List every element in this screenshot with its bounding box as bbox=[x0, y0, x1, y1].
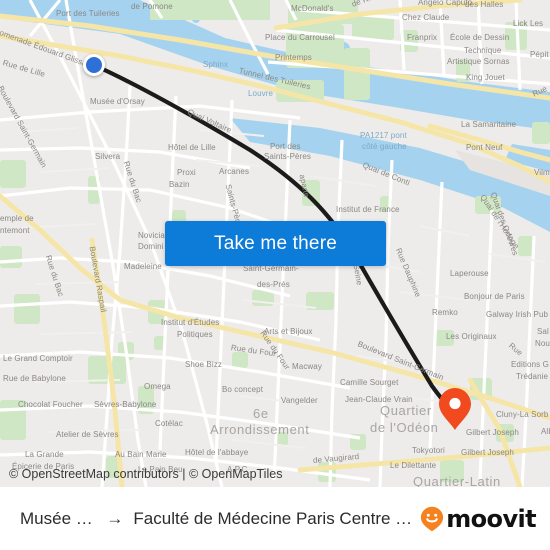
map-label-poi: École de Dessin bbox=[450, 33, 510, 42]
map-label-poi: Vilm bbox=[534, 168, 550, 177]
map-label-poi: Sèvres-Babylone bbox=[94, 400, 157, 409]
map-label-street: Rue de Babylone bbox=[3, 374, 66, 383]
map-label-poi: King Jouet bbox=[466, 73, 505, 82]
map-label-poi: Musée d'Orsay bbox=[90, 97, 145, 106]
map-label-poi: Artistique Sornas bbox=[447, 57, 510, 66]
map-label-poi: Arcanes bbox=[219, 167, 250, 176]
attribution-tiles[interactable]: © OpenMapTiles bbox=[189, 467, 283, 481]
map-label-poi: Franprix bbox=[407, 33, 438, 42]
map-label-poi: Alb bbox=[541, 427, 550, 436]
map-label-poi: Sal bbox=[537, 327, 549, 336]
origin-marker[interactable] bbox=[83, 54, 105, 76]
map-label-poi: Cotélac bbox=[155, 419, 183, 428]
moovit-pin-smile-icon bbox=[421, 506, 444, 531]
map-label-poi: Hôtel de l'abbaye bbox=[185, 448, 249, 457]
map-label-poi: McDonald's bbox=[291, 4, 334, 13]
map-label-poi: Trédanie bbox=[516, 372, 549, 381]
map-label-poi: Port des Tuileries bbox=[56, 9, 120, 18]
map-label-poi: Le Dilettante bbox=[390, 461, 437, 470]
map-label-poi: de Pomone bbox=[131, 2, 173, 11]
map-label-poi: Bazin bbox=[169, 180, 190, 189]
map-label-poi: Chocolat Foucher bbox=[18, 400, 83, 409]
map-label-poi: Pépit bbox=[530, 50, 549, 59]
footer-origin-label: Musée D'... bbox=[20, 508, 96, 528]
map-label-area: Quartier-Latin bbox=[413, 474, 501, 487]
map-label-poi: Omega bbox=[144, 382, 171, 391]
map-label-poi: Nou bbox=[535, 339, 550, 348]
map-label-poi: Au Bain Marie bbox=[115, 450, 167, 459]
map-label-poi: Proxi bbox=[177, 168, 196, 177]
map-label-poi: Vangelder bbox=[281, 396, 318, 405]
map-label-water: Sphinx bbox=[203, 60, 229, 69]
map-label-poi: Editions G bbox=[511, 360, 549, 369]
map-label-poi: Madeleine bbox=[124, 262, 162, 271]
map-label-water: PA1217 pont bbox=[360, 131, 407, 140]
map-label-poi: Printemps bbox=[275, 53, 312, 62]
map-label-poi: Institut de France bbox=[336, 205, 400, 214]
moovit-route-map-widget: Promenade Édouard Glissant Rue de Lille Bo… bbox=[0, 0, 550, 550]
map-label-poi: Pont Neuf bbox=[466, 143, 503, 152]
map-label-poi: Domini bbox=[138, 242, 164, 251]
map-label-poi: Arts et Bijoux bbox=[264, 327, 313, 336]
map-label-poi: La Samaritaine bbox=[461, 120, 517, 129]
map-label-poi: Lick Les bbox=[513, 19, 544, 28]
map-label-poi: Tokyotori bbox=[412, 446, 445, 455]
map-label-poi: Novicia bbox=[138, 231, 165, 240]
attribution-osm[interactable]: © OpenStreetMap contributors bbox=[9, 467, 179, 481]
map-label-poi: Bo concept bbox=[222, 385, 264, 394]
map-label-area: Quartier bbox=[380, 403, 432, 418]
map-label-water: côté gauche bbox=[362, 142, 407, 151]
map-label-poi: Le Grand Comptoir bbox=[3, 354, 73, 363]
map-label-poi: ntemont bbox=[0, 226, 30, 235]
map-label-poi: Macway bbox=[292, 362, 322, 371]
map-label-poi: Les Originaux bbox=[446, 332, 497, 341]
map-label-poi: Saints-Pères bbox=[264, 152, 311, 161]
map-label-poi: Place du Carrousel bbox=[265, 33, 335, 42]
map-label-poi: Remko bbox=[432, 308, 458, 317]
map-label-water: Louvre bbox=[248, 89, 274, 98]
map-label-poi: Port des bbox=[270, 142, 301, 151]
map-label-poi: Shoe Bizz bbox=[185, 360, 222, 369]
map-label-poi: Galway Irish Pub bbox=[486, 310, 549, 319]
arrow-right-icon: → bbox=[106, 508, 124, 528]
map-attribution: © OpenStreetMap contributors | © OpenMap… bbox=[9, 467, 282, 481]
map-label-poi: Silvera bbox=[95, 152, 121, 161]
map-label-poi: des-Prés bbox=[257, 280, 290, 289]
map-label-poi: Atelier de Sèvres bbox=[56, 430, 119, 439]
attribution-separator: | bbox=[182, 467, 186, 481]
map-label-poi: des Halles bbox=[465, 0, 504, 9]
map-label-area: Arrondissement bbox=[210, 422, 310, 437]
route-summary: Musée D'... → Faculté de Médecine Paris … bbox=[20, 509, 412, 529]
map-label-poi: Institut d'Études bbox=[161, 318, 220, 327]
map-label-poi: Camille Sourget bbox=[340, 378, 399, 387]
map-label-poi: Politiques bbox=[177, 330, 213, 339]
footer-destination-label: Faculté de Médecine Paris Centre - Uni..… bbox=[133, 508, 412, 528]
map-pin-icon bbox=[439, 388, 471, 430]
map-label-poi: Bonjour de Paris bbox=[464, 292, 525, 301]
map-label-area: de l'Odéon bbox=[370, 420, 439, 435]
map-canvas[interactable]: Promenade Édouard Glissant Rue de Lille Bo… bbox=[0, 0, 550, 487]
moovit-logo[interactable]: moovit bbox=[420, 504, 537, 533]
map-label-poi: Gilbert Joseph bbox=[466, 428, 519, 437]
take-me-there-button[interactable]: Take me there bbox=[165, 221, 386, 266]
map-label-poi: Chez Claude bbox=[402, 13, 450, 22]
map-label-poi: Laperouse bbox=[450, 269, 489, 278]
map-label-poi: Hôtel de Lille bbox=[168, 143, 216, 152]
map-label-poi: Cluny-La Sorb bbox=[496, 410, 549, 419]
map-label-area: 6e bbox=[253, 406, 269, 421]
footer-bar: Musée D'... → Faculté de Médecine Paris … bbox=[0, 487, 550, 550]
map-label-poi: emple de bbox=[0, 214, 34, 223]
moovit-wordmark: moovit bbox=[446, 504, 536, 533]
map-label-poi: Technique bbox=[464, 46, 502, 55]
map-label-poi: La Grande bbox=[25, 450, 64, 459]
map-label-poi: Gilbert Joseph bbox=[461, 448, 514, 457]
destination-marker[interactable] bbox=[438, 387, 472, 431]
